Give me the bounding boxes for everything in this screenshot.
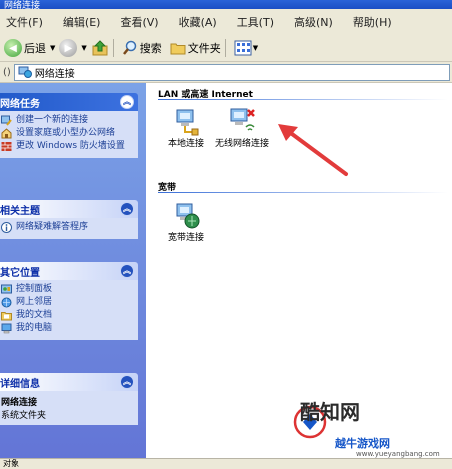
- item-label: 宽带连接: [167, 233, 204, 243]
- menu-view[interactable]: 查看(V): [120, 14, 158, 30]
- place-label: 控制面板: [16, 284, 53, 294]
- toolbar-divider: [224, 39, 226, 57]
- task-label: 更改 Windows 防火墙设置: [16, 141, 125, 151]
- place-my-computer[interactable]: 我的电脑: [0, 323, 138, 334]
- search-icon: [122, 40, 137, 55]
- other-places-panel: 其它位置 ︽ 控制面板 网上邻居 我的文档 我的电脑: [0, 262, 138, 340]
- other-places-title: 其它位置: [0, 267, 40, 279]
- details-body: 网络连接 系统文件夹: [0, 391, 138, 425]
- lan-connection-icon: [176, 109, 199, 136]
- place-label: 网上邻居: [16, 297, 53, 307]
- see-also-title: 相关主题: [0, 205, 40, 217]
- item-label: 本地连接: [167, 139, 204, 149]
- toolbar: ◀ 后退 ▼ ▶ ▼ 搜索 文件夹 ▼: [0, 35, 452, 62]
- address-bar: () 网络连接: [0, 62, 452, 83]
- task-troubleshooter[interactable]: 网络疑难解答程序: [0, 222, 138, 233]
- network-tasks-list: 创建一个新的连接 设置家庭或小型办公网络 更改 Windows 防火墙设置: [0, 111, 138, 158]
- task-pane: 网络任务 ︽ 创建一个新的连接 设置家庭或小型办公网络 更改 Windows 防…: [0, 83, 146, 458]
- item-label: 无线网络连接: [214, 139, 269, 149]
- wireless-connection-icon: [230, 108, 255, 131]
- menu-favorites[interactable]: 收藏(A): [179, 14, 217, 30]
- home-network-icon: [1, 128, 12, 139]
- menu-bar: 文件(F) 编辑(E) 查看(V) 收藏(A) 工具(T) 高级(N) 帮助(H…: [0, 9, 452, 36]
- network-connections-icon: [18, 66, 32, 78]
- control-panel-icon: [1, 284, 12, 294]
- see-also-panel: 相关主题 ︽ 网络疑难解答程序: [0, 200, 138, 239]
- watermark-url: www.yueyangbang.com: [356, 450, 440, 458]
- computer-icon: [1, 323, 12, 334]
- broadband-connection-item[interactable]: 宽带连接: [151, 201, 221, 244]
- status-bar: 对象: [0, 458, 452, 469]
- collapse-chevron-icon[interactable]: ︽: [120, 202, 134, 216]
- search-button[interactable]: 搜索: [122, 40, 162, 56]
- views-grid-icon: [234, 40, 252, 56]
- details-header[interactable]: 详细信息 ︽: [0, 373, 138, 391]
- search-label: 搜索: [139, 42, 162, 55]
- details-panel: 详细信息 ︽ 网络连接 系统文件夹: [0, 373, 138, 425]
- menu-tools[interactable]: 工具(T): [237, 14, 274, 30]
- chevron-down-icon[interactable]: ▼: [253, 44, 258, 52]
- task-label: 创建一个新的连接: [16, 115, 89, 125]
- network-tasks-title: 网络任务: [0, 98, 40, 110]
- toolbar-divider: [112, 39, 114, 57]
- task-label: 网络疑难解答程序: [16, 222, 89, 232]
- new-connection-icon: [1, 115, 12, 126]
- place-network-neighborhood[interactable]: 网上邻居: [0, 297, 138, 308]
- other-places-header[interactable]: 其它位置 ︽: [0, 262, 138, 280]
- group-divider: [158, 99, 448, 100]
- chevron-down-icon[interactable]: ▼: [50, 44, 55, 52]
- menu-edit[interactable]: 编辑(E): [63, 14, 101, 30]
- collapse-chevron-icon[interactable]: ︽: [120, 375, 134, 389]
- forward-arrow-icon: ▶: [59, 39, 78, 57]
- task-firewall[interactable]: 更改 Windows 防火墙设置: [0, 141, 138, 152]
- menu-advanced[interactable]: 高级(N): [294, 14, 333, 30]
- wireless-connection-item[interactable]: 无线网络连接: [207, 105, 277, 150]
- other-places-list: 控制面板 网上邻居 我的文档 我的电脑: [0, 280, 138, 340]
- task-label: 设置家庭或小型办公网络: [16, 128, 116, 138]
- title-bar: 网络连接: [0, 0, 452, 9]
- address-value: 网络连接: [34, 68, 75, 80]
- task-home-network[interactable]: 设置家庭或小型办公网络: [0, 128, 138, 139]
- back-button[interactable]: ◀ 后退 ▼: [4, 39, 55, 57]
- menu-help[interactable]: 帮助(H): [353, 14, 392, 30]
- folders-label: 文件夹: [187, 42, 221, 55]
- broadband-connection-icon: [176, 203, 200, 229]
- firewall-icon: [1, 142, 12, 151]
- status-text: 对象: [3, 459, 19, 468]
- pointer-arrow: [278, 124, 348, 176]
- back-arrow-icon: ◀: [4, 39, 22, 57]
- up-button[interactable]: [91, 39, 109, 57]
- watermark-site: 越牛游戏网: [335, 437, 390, 450]
- group-divider: [158, 192, 448, 193]
- collapse-chevron-icon[interactable]: ︽: [120, 95, 134, 109]
- see-also-list: 网络疑难解答程序: [0, 218, 138, 239]
- menu-file[interactable]: 文件(F): [6, 14, 43, 30]
- place-label: 我的电脑: [16, 323, 53, 333]
- details-type: 系统文件夹: [1, 411, 47, 421]
- see-also-header[interactable]: 相关主题 ︽: [0, 200, 138, 218]
- details-title: 详细信息: [0, 378, 40, 390]
- info-icon: [1, 222, 12, 233]
- watermark-brand: 酷知网: [300, 400, 360, 424]
- network-places-icon: [1, 297, 12, 308]
- folder-icon: [170, 43, 186, 55]
- collapse-chevron-icon[interactable]: ︽: [120, 264, 134, 278]
- folders-button[interactable]: 文件夹: [170, 40, 221, 56]
- network-tasks-panel: 网络任务 ︽ 创建一个新的连接 设置家庭或小型办公网络 更改 Windows 防…: [0, 93, 138, 158]
- place-control-panel[interactable]: 控制面板: [0, 284, 138, 295]
- place-label: 我的文档: [16, 310, 53, 320]
- chevron-down-icon[interactable]: ▼: [81, 44, 86, 52]
- task-create-connection[interactable]: 创建一个新的连接: [0, 115, 138, 126]
- address-input[interactable]: 网络连接: [13, 63, 450, 81]
- window-title: 网络连接: [4, 1, 41, 10]
- documents-folder-icon: [1, 312, 12, 321]
- address-label: (): [3, 66, 11, 78]
- folder-up-icon: [92, 40, 108, 56]
- views-button[interactable]: ▼: [234, 40, 258, 56]
- network-tasks-header[interactable]: 网络任务 ︽: [0, 93, 138, 111]
- forward-button[interactable]: ▶ ▼: [59, 39, 87, 57]
- place-my-documents[interactable]: 我的文档: [0, 310, 138, 321]
- back-label: 后退: [24, 42, 46, 55]
- details-name: 网络连接: [1, 398, 38, 408]
